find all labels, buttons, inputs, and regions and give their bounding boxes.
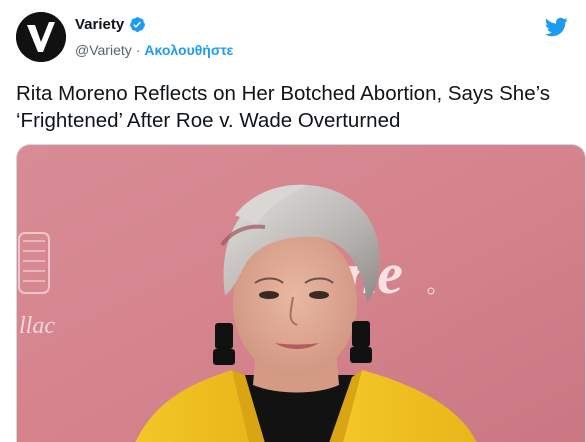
tweet-text: Rita Moreno Reflects on Her Botched Abor… (16, 82, 551, 132)
earring-right (350, 321, 372, 363)
variety-v-logo-icon (16, 12, 66, 62)
twitter-bird-icon[interactable] (544, 15, 568, 39)
verified-badge-icon (129, 16, 146, 33)
account-display-name[interactable]: Variety (75, 16, 124, 33)
variety-avatar[interactable] (16, 12, 66, 62)
account-handle-row: @Variety · Ακολουθήστε (75, 42, 233, 58)
account-name-row: Variety (75, 16, 146, 33)
account-handle[interactable]: @Variety (75, 42, 132, 58)
follow-button[interactable]: Ακολουθήστε (144, 42, 233, 58)
rita-moreno-photo: llac ne (17, 145, 585, 442)
handle-separator: · (135, 42, 141, 58)
tweet-card[interactable]: Variety @Variety · Ακολουθήστε Rita More… (0, 0, 586, 442)
tweet-photo[interactable]: llac ne (16, 144, 586, 442)
backdrop-text-left: llac (19, 313, 55, 339)
earring-left (213, 323, 235, 365)
